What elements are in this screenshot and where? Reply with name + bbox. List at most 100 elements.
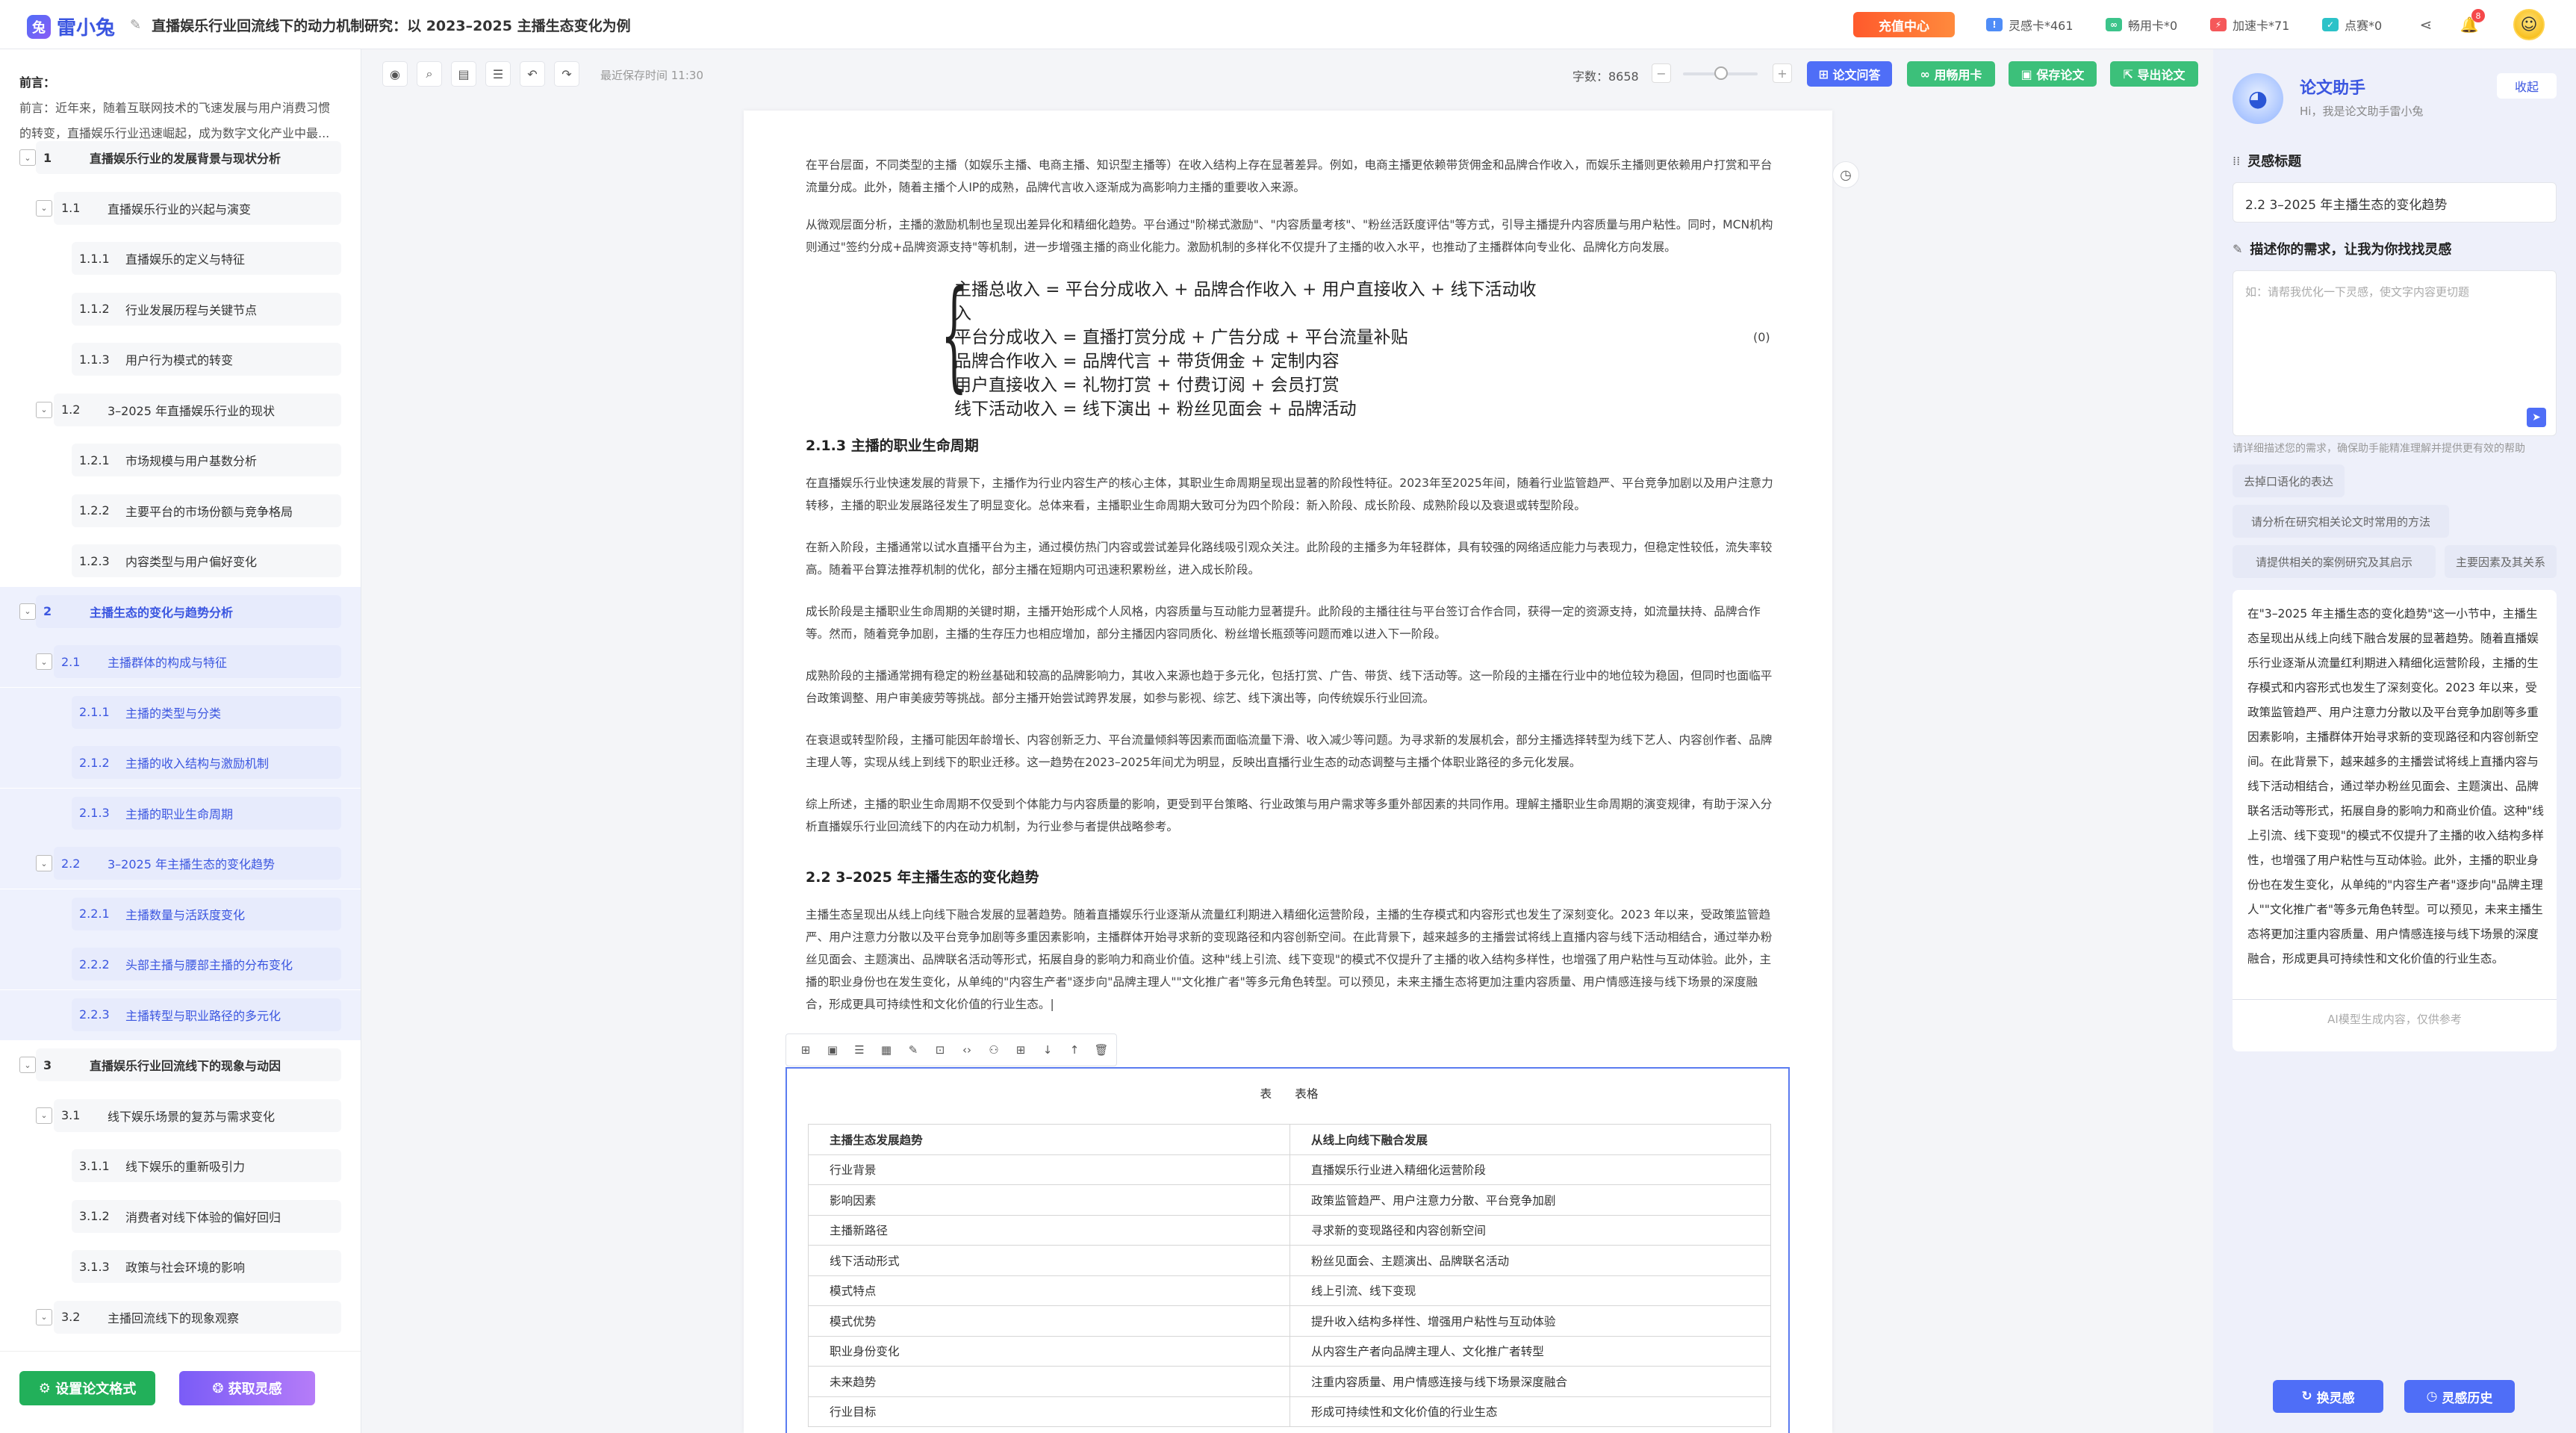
unlimited-card-stat[interactable]: ∞ 畅用卡*0 [2106, 16, 2177, 34]
outline-item-box[interactable]: 3.2 主播回流线下的现象观察 [54, 1300, 341, 1334]
section-heading-2-1-3[interactable]: 2.1.3 主播的职业生命周期 [806, 435, 979, 455]
outline-item[interactable]: ⌄ 3.2 主播回流线下的现象观察 [0, 1293, 361, 1343]
paragraph[interactable]: 从微观层面分析，主播的激励机制也呈现出差异化和精细化趋势。平台通过"阶梯式激励"… [806, 214, 1776, 258]
outline-item[interactable]: 2.2.3 主播转型与职业路径的多元化 [0, 989, 361, 1040]
outline-item-box[interactable]: 2.1.2 主播的收入结构与激励机制 [72, 746, 341, 779]
table-cell[interactable]: 从内容生产者向品牌主理人、文化推广者转型 [1289, 1335, 1771, 1367]
edit-icon[interactable]: ✎ [900, 1036, 927, 1063]
outline-item-box[interactable]: 2.2 3–2025 年主播生态的变化趋势 [54, 847, 341, 880]
outline-item-box[interactable]: 2.1 主播群体的构成与特征 [54, 645, 341, 678]
app-logo[interactable]: 兔 雷小兔 [27, 13, 115, 40]
media-icon[interactable]: ⊡ [927, 1036, 953, 1063]
suggestion-chip[interactable]: 主要因素及其关系 [2445, 545, 2557, 578]
use-unlimited-card-button[interactable]: ∞ 用畅用卡 [1907, 61, 1995, 87]
delete-icon[interactable]: 🗑 [1088, 1036, 1115, 1063]
outline-item[interactable]: ⌄ 2 主播生态的变化与趋势分析 [0, 586, 361, 637]
image-icon[interactable]: ▣ [819, 1036, 846, 1063]
paragraph[interactable]: 成熟阶段的主播通常拥有稳定的粉丝基础和较高的品牌影响力，其收入来源也趋于多元化，… [806, 665, 1776, 709]
suggestion-chip[interactable]: 请提供相关的案例研究及其启示 [2233, 545, 2436, 578]
table-icon[interactable]: ▦ [873, 1036, 900, 1063]
table-caption[interactable]: 表 表格 [787, 1085, 1791, 1101]
zoom-slider-handle[interactable] [1714, 66, 1728, 80]
paragraph[interactable]: 综上所述，主播的职业生命周期不仅受到个体能力与内容质量的影响，更受到平台策略、行… [806, 793, 1776, 838]
collapse-toggle-icon[interactable]: ⌄ [19, 603, 36, 620]
recharge-center-button[interactable]: 充值中心 [1853, 12, 1955, 37]
collapse-toggle-icon[interactable]: ⌄ [36, 199, 52, 217]
table-cell[interactable]: 模式优势 [808, 1305, 1290, 1337]
table-block[interactable]: 表 表格 主播生态发展趋势 从线上向线下融合发展 行业背景 直播娱乐行业进入精细化… [785, 1067, 1790, 1433]
table-cell[interactable]: 提升收入结构多样性、增强用户粘性与互动体验 [1289, 1305, 1771, 1337]
suggestion-chip[interactable]: 请分析在研究相关论文时常用的方法 [2233, 505, 2449, 538]
outline-item-box[interactable]: 1.1.3 用户行为模式的转变 [72, 343, 341, 376]
paragraph[interactable]: 在新入阶段，主播通常以试水直播平台为主，通过模仿热门内容或尝试差异化路线吸引观众… [806, 536, 1776, 581]
outline-item-box[interactable]: 3.1.2 消费者对线下体验的偏好回归 [72, 1199, 341, 1233]
paragraph[interactable]: 成长阶段是主播职业生命周期的关键时期，主播开始形成个人风格，内容质量与互动能力显… [806, 600, 1776, 645]
export-paper-button[interactable]: ⇱ 导出论文 [2110, 61, 2198, 87]
collapse-toggle-icon[interactable]: ⌄ [36, 855, 52, 871]
outline-item[interactable]: 1.2.2 主要平台的市场份额与竞争格局 [0, 486, 361, 536]
suggestion-chip[interactable]: 去掉口语化的表达 [2233, 464, 2345, 497]
collapse-toggle-icon[interactable]: ⌄ [19, 149, 36, 166]
speedup-card-stat[interactable]: ⚡ 加速卡*71 [2210, 16, 2289, 34]
outline-item-box[interactable]: 2.1.3 主播的职业生命周期 [72, 796, 341, 830]
table-header-cell[interactable]: 主播生态发展趋势 [808, 1124, 1290, 1155]
format-icon[interactable]: ▤ [451, 61, 476, 87]
undo-icon[interactable]: ↶ [520, 61, 545, 87]
table-cell[interactable]: 线上引流、线下变现 [1289, 1275, 1771, 1306]
outline-item[interactable]: 1.1.2 行业发展历程与关键节点 [0, 285, 361, 335]
outline-item-box[interactable]: 1.2.3 内容类型与用户偏好变化 [72, 544, 341, 577]
outline-item[interactable]: 1.1.1 直播娱乐的定义与特征 [0, 234, 361, 284]
outline-item[interactable]: 3.1.3 政策与社会环境的影响 [0, 1242, 361, 1292]
collapse-toggle-icon[interactable]: ⌄ [36, 653, 52, 670]
collapse-button[interactable]: 收起 [2497, 73, 2557, 99]
table-cell[interactable]: 寻求新的变现路径和内容创新空间 [1289, 1214, 1771, 1246]
link-icon[interactable]: ⚇ [980, 1036, 1007, 1063]
outline-item[interactable]: 1.1.3 用户行为模式的转变 [0, 335, 361, 385]
income-formula[interactable]: { 主播总收入 = 平台分成收入 + 品牌合作收入 + 用户直接收入 + 线下活… [941, 275, 1552, 421]
outline-item-box[interactable]: 1.2 3–2025 年直播娱乐行业的现状 [54, 393, 341, 426]
outline-item-box[interactable]: 3.1.3 政策与社会环境的影响 [72, 1250, 341, 1283]
inspiration-history-button[interactable]: ◷ 灵感历史 [2404, 1380, 2515, 1413]
move-down-icon[interactable]: ↓ [1034, 1036, 1061, 1063]
outline-item-box[interactable]: 3 直播娱乐行业回流线下的现象与动因 [36, 1048, 341, 1081]
paragraph[interactable]: 在直播娱乐行业快速发展的背景下，主播作为行业内容生产的核心主体，其职业生命周期呈… [806, 472, 1776, 517]
outline-item[interactable]: ⌄ 3.1 线下娱乐场景的复苏与需求变化 [0, 1091, 361, 1141]
grid-icon[interactable]: ⊞ [1007, 1036, 1034, 1063]
collapse-toggle-icon[interactable]: ⌄ [36, 1308, 52, 1325]
history-clock-icon[interactable]: ◷ [1832, 161, 1859, 188]
document-title[interactable]: ✎ 直播娱乐行业回流线下的动力机制研究：以 2023–2025 主播生态变化为例 [130, 15, 631, 35]
list-icon[interactable]: ☰ [485, 61, 511, 87]
document-page[interactable]: 在平台层面，不同类型的主播（如娱乐主播、电商主播、知识型主播等）在收入结构上存在… [744, 111, 1832, 1433]
table-cell[interactable]: 直播娱乐行业进入精细化运营阶段 [1289, 1154, 1771, 1185]
outline-item[interactable]: ⌄ 2.1 主播群体的构成与特征 [0, 637, 361, 687]
outline-item[interactable]: 2.1.1 主播的类型与分类 [0, 687, 361, 738]
outline-item[interactable]: 1.2.3 内容类型与用户偏好变化 [0, 536, 361, 586]
outline-item[interactable]: 2.1.3 主播的职业生命周期 [0, 788, 361, 839]
collapse-toggle-icon[interactable]: ⌄ [36, 401, 52, 418]
code-icon[interactable]: ‹› [953, 1036, 980, 1063]
table-cell[interactable]: 模式特点 [808, 1275, 1290, 1306]
outline-item-box[interactable]: 1.1.1 直播娱乐的定义与特征 [72, 242, 341, 275]
table-cell[interactable]: 线下活动形式 [808, 1245, 1290, 1276]
outline-item[interactable]: ⌄ 2.2 3–2025 年主播生态的变化趋势 [0, 839, 361, 889]
zoom-in-button[interactable]: + [1773, 63, 1792, 83]
change-inspiration-button[interactable]: ↻ 换灵感 [2273, 1380, 2383, 1413]
outline-item-box[interactable]: 2.2.2 头部主播与腰部主播的分布变化 [72, 948, 341, 980]
table-cell[interactable]: 职业身份变化 [808, 1335, 1290, 1367]
collapse-toggle-icon[interactable]: ⌄ [36, 1107, 52, 1124]
assistant-answer[interactable]: 在"3–2025 年主播生态的变化趋势"这一小节中，主播生态呈现出从线上向线下融… [2233, 590, 2557, 1051]
get-inspiration-button[interactable]: ❂ 获取灵感 [179, 1371, 315, 1405]
outline-item-box[interactable]: 2 主播生态的变化与趋势分析 [36, 594, 341, 628]
outline-item[interactable]: ⌄ 1.2 3–2025 年直播娱乐行业的现状 [0, 385, 361, 435]
inspiration-title-input[interactable]: 2.2 3–2025 年主播生态的变化趋势 [2233, 182, 2557, 223]
bell-icon[interactable]: 🔔 8 [2458, 9, 2485, 36]
send-icon[interactable]: ➤ [2527, 408, 2546, 427]
outline-item[interactable]: ⌄ 1 直播娱乐行业的发展背景与现状分析 [0, 133, 361, 183]
outline-item-box[interactable]: 2.1.1 主播的类型与分类 [72, 695, 341, 729]
outline-item[interactable]: ⌄ 3 直播娱乐行业回流线下的现象与动因 [0, 1040, 361, 1090]
section-heading-2-2[interactable]: 2.2 3–2025 年主播生态的变化趋势 [806, 866, 1039, 886]
share-icon[interactable]: ⋖ [2415, 13, 2437, 36]
inspiration-card-stat[interactable]: ! 灵感卡*461 [1986, 16, 2073, 34]
outline-item-box[interactable]: 2.2.1 主播数量与活跃度变化 [72, 897, 341, 930]
need-textarea[interactable]: 如：请帮我优化一下灵感，使文字内容更切题 [2233, 270, 2557, 436]
